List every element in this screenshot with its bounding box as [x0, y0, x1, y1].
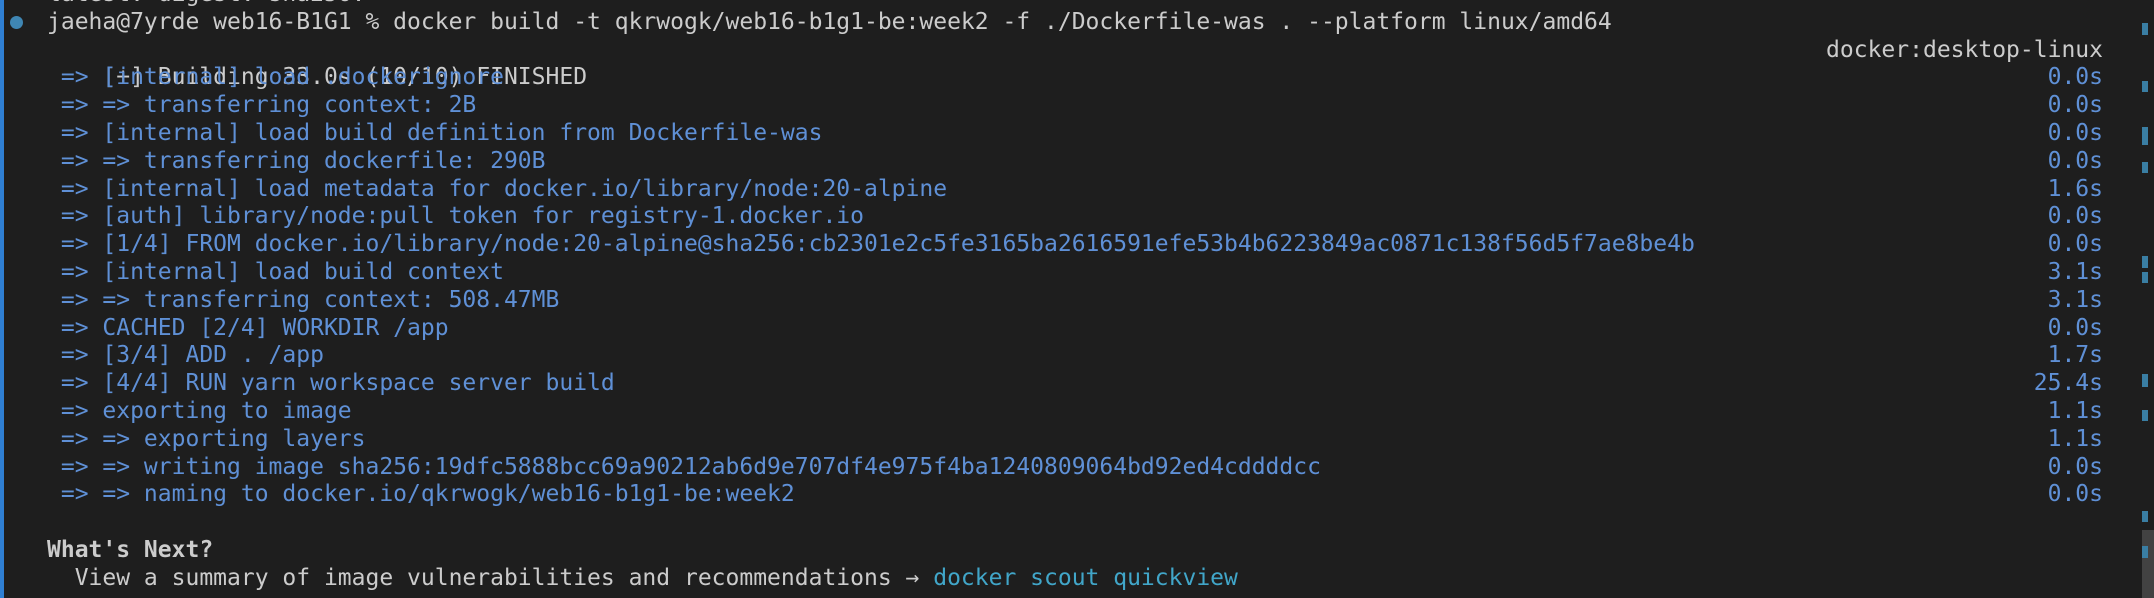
build-step-time: 0.0s: [2047, 119, 2103, 146]
build-step-line: => => transferring context: 2B 0.0s: [47, 92, 2154, 120]
scroll-marker: [2142, 81, 2148, 92]
build-step-line: => [3/4] ADD . /app 1.7s: [47, 342, 2154, 370]
build-step-time: 0.0s: [2047, 92, 2103, 119]
scroll-marker: [2142, 374, 2148, 387]
builder-name: docker:desktop-linux: [1826, 36, 2103, 63]
build-step-time: 0.0s: [2047, 231, 2103, 258]
build-step-line: => [internal] load .dockerignore 0.0s: [47, 64, 2154, 92]
hint-text: View a summary of image vulnerabilities …: [47, 564, 934, 591]
scroll-marker: [2142, 23, 2148, 35]
terminal-scrollbar[interactable]: [2142, 0, 2154, 598]
build-step-line: => => exporting layers 1.1s: [47, 426, 2154, 454]
build-step-line: => CACHED [2/4] WORKDIR /app 0.0s: [47, 315, 2154, 343]
build-step-time: 0.0s: [2047, 453, 2103, 480]
build-step-text: => [4/4] RUN yarn workspace server build: [47, 370, 615, 397]
scroll-marker: [2142, 546, 2148, 558]
build-step-text: => => naming to docker.io/qkrwogk/web16-…: [47, 481, 795, 508]
build-step-line: => => transferring dockerfile: 290B 0.0s: [47, 148, 2154, 176]
build-step-line: => [auth] library/node:pull token for re…: [47, 203, 2154, 231]
build-step-line: => [internal] load metadata for docker.i…: [47, 176, 2154, 204]
build-step-text: => [internal] load metadata for docker.i…: [47, 175, 948, 202]
build-step-time: 1.7s: [2047, 342, 2103, 369]
build-step-time: 1.1s: [2047, 425, 2103, 452]
scroll-marker: [2142, 162, 2148, 173]
build-step-text: => => transferring context: 2B: [47, 92, 477, 119]
scroll-marker: [2142, 511, 2148, 522]
build-step-line: => [internal] load build context 3.1s: [47, 259, 2154, 287]
build-step-text: => exporting to image: [47, 397, 352, 424]
scroll-marker: [2142, 410, 2148, 421]
build-step-text: => => transferring context: 508.47MB: [47, 286, 560, 313]
hint-line: View a summary of image vulnerabilities …: [47, 565, 2154, 593]
scrollbar-thumb[interactable]: [2142, 530, 2154, 598]
build-step-time: 1.6s: [2047, 175, 2103, 202]
build-step-line: => [internal] load build definition from…: [47, 120, 2154, 148]
build-step-text: => [internal] load build definition from…: [47, 119, 823, 146]
command-status-dot-icon[interactable]: [10, 16, 23, 29]
whats-next-heading: What's Next?: [47, 536, 214, 563]
build-status-line: [+] Building 33.0s (10/10) FINISHED dock…: [47, 36, 2154, 91]
build-step-line: => => writing image sha256:19dfc5888bcc6…: [47, 454, 2154, 482]
build-step-time: 0.0s: [2047, 147, 2103, 174]
build-step-text: => => exporting layers: [47, 425, 366, 452]
build-step-text: => => writing image sha256:19dfc5888bcc6…: [47, 453, 1321, 480]
build-step-line: => => transferring context: 508.47MB 3.1s: [47, 287, 2154, 315]
build-step-time: 0.0s: [2047, 203, 2103, 230]
build-step-time: 0.0s: [2047, 481, 2103, 508]
build-step-line: => [4/4] RUN yarn workspace server build…: [47, 370, 2154, 398]
docker-scout-link[interactable]: docker scout quickview: [933, 565, 1238, 591]
build-step-text: => [auth] library/node:pull token for re…: [47, 203, 864, 230]
build-step-text: => [internal] load build context: [47, 258, 504, 285]
scroll-marker: [2142, 272, 2148, 283]
build-step-time: 1.1s: [2047, 397, 2103, 424]
build-step-text: => [internal] load .dockerignore: [47, 64, 504, 91]
build-step-line: => => naming to docker.io/qkrwogk/web16-…: [47, 481, 2154, 509]
build-step-line: => exporting to image 1.1s: [47, 398, 2154, 426]
build-step-time: 3.1s: [2047, 258, 2103, 285]
build-step-text: => [3/4] ADD . /app: [47, 342, 324, 369]
command-prompt-line: jaeha@7yrde web16-B1G1 % docker build -t…: [47, 8, 1612, 35]
partial-output-line: latest: digest: sha256:: [47, 0, 2154, 9]
build-step-time: 0.0s: [2047, 314, 2103, 341]
build-step-text: => [1/4] FROM docker.io/library/node:20-…: [47, 231, 1695, 258]
build-step-time: 0.0s: [2047, 64, 2103, 91]
build-step-text: => => transferring dockerfile: 290B: [47, 147, 546, 174]
build-step-line: => [1/4] FROM docker.io/library/node:20-…: [47, 231, 2154, 259]
build-step-time: 3.1s: [2047, 286, 2103, 313]
build-step-time: 25.4s: [2033, 370, 2103, 397]
scroll-marker: [2142, 127, 2148, 145]
active-terminal-indicator: [0, 0, 4, 598]
scroll-marker: [2142, 256, 2148, 268]
build-step-text: => CACHED [2/4] WORKDIR /app: [47, 314, 449, 341]
terminal-output[interactable]: latest: digest: sha256: jaeha@7yrde web1…: [47, 0, 2154, 593]
